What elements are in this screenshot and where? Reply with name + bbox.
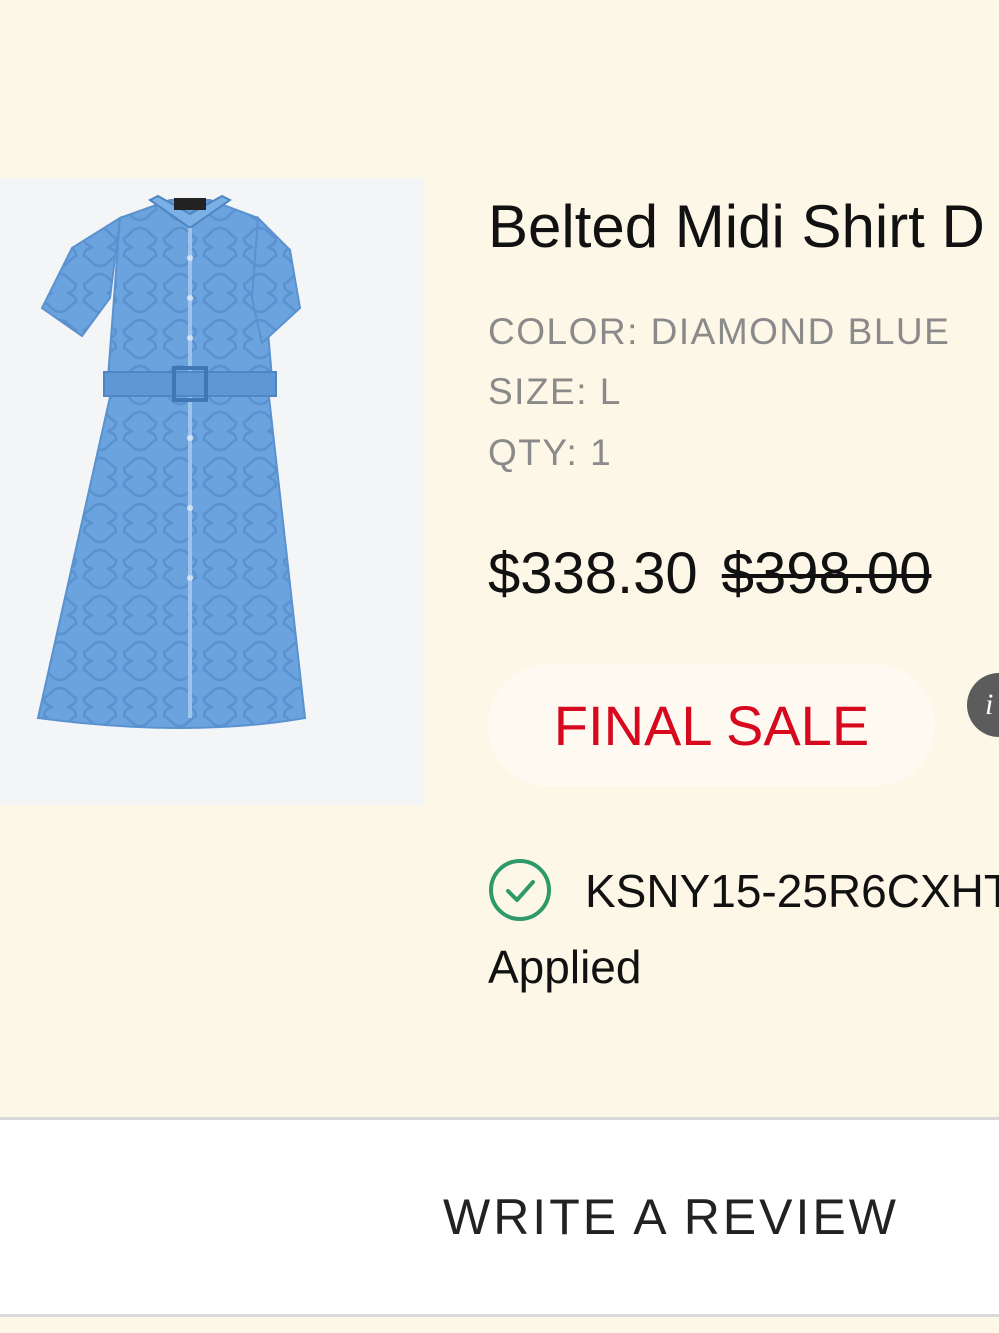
sale-price: $338.30: [488, 541, 698, 606]
product-color: COLOR: DIAMOND BLUE: [488, 311, 951, 352]
dress-image: [36, 194, 307, 729]
product-size: SIZE: L: [488, 371, 622, 412]
product-title[interactable]: Belted Midi Shirt D: [488, 192, 985, 262]
review-section: WRITE A REVIEW: [0, 1120, 999, 1314]
original-price: $398.00: [721, 541, 932, 606]
product-quantity: QTY: 1: [488, 432, 613, 473]
info-icon[interactable]: i: [967, 673, 999, 737]
final-sale-badge: FINAL SALE: [488, 664, 935, 786]
product-image[interactable]: [0, 178, 424, 805]
check-circle-icon: [489, 859, 551, 921]
promo-code: KSNY15-25R6CXHT: [585, 865, 999, 917]
promo-code-row: KSNY15-25R6CXHT: [488, 858, 999, 922]
bottom-strip: [0, 1317, 999, 1333]
cart-item-card: Belted Midi Shirt D COLOR: DIAMOND BLUE …: [0, 0, 999, 1117]
write-review-button[interactable]: WRITE A REVIEW: [0, 1120, 999, 1314]
price-group: $338.30 $398.00: [488, 540, 931, 608]
promo-status: Applied: [488, 941, 642, 993]
